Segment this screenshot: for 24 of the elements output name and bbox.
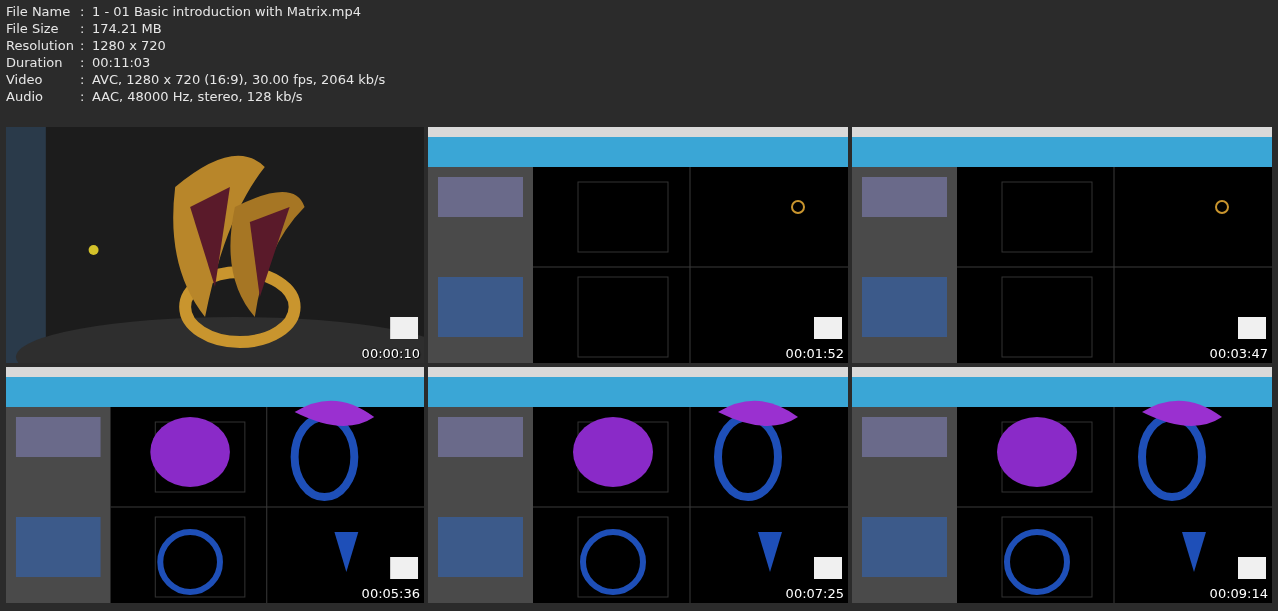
info-label: Video xyxy=(6,71,44,88)
separator-colon: : xyxy=(80,37,86,54)
info-label: Audio xyxy=(6,88,44,105)
separator-colon: : xyxy=(80,3,86,20)
info-value: 1 - 01 Basic introduction with Matrix.mp4 xyxy=(92,3,362,20)
info-label: Resolution xyxy=(6,37,75,54)
separator-colon: : xyxy=(80,71,86,88)
timestamp: 00:01:52 xyxy=(785,346,844,361)
info-value: 174.21 MB xyxy=(92,20,162,37)
separator-colon: : xyxy=(80,88,86,105)
timestamp: 00:07:25 xyxy=(785,586,844,601)
info-value: AVC, 1280 x 720 (16:9), 30.00 fps, 2064 kb/s xyxy=(92,71,386,88)
separator-colon: : xyxy=(80,54,86,71)
info-value: 1280 x 720 xyxy=(92,37,166,54)
timestamp: 00:00:10 xyxy=(361,346,420,361)
info-label: File Size xyxy=(6,20,60,37)
timestamp: 00:09:14 xyxy=(1209,586,1268,601)
info-value: 00:11:03 xyxy=(92,54,151,71)
info-value: AAC, 48000 Hz, stereo, 128 kb/s xyxy=(92,88,303,105)
info-label: File Name xyxy=(6,3,72,20)
info-label: Duration xyxy=(6,54,64,71)
timestamp: 00:03:47 xyxy=(1209,346,1268,361)
separator-colon: : xyxy=(80,20,86,37)
timestamp: 00:05:36 xyxy=(361,586,420,601)
